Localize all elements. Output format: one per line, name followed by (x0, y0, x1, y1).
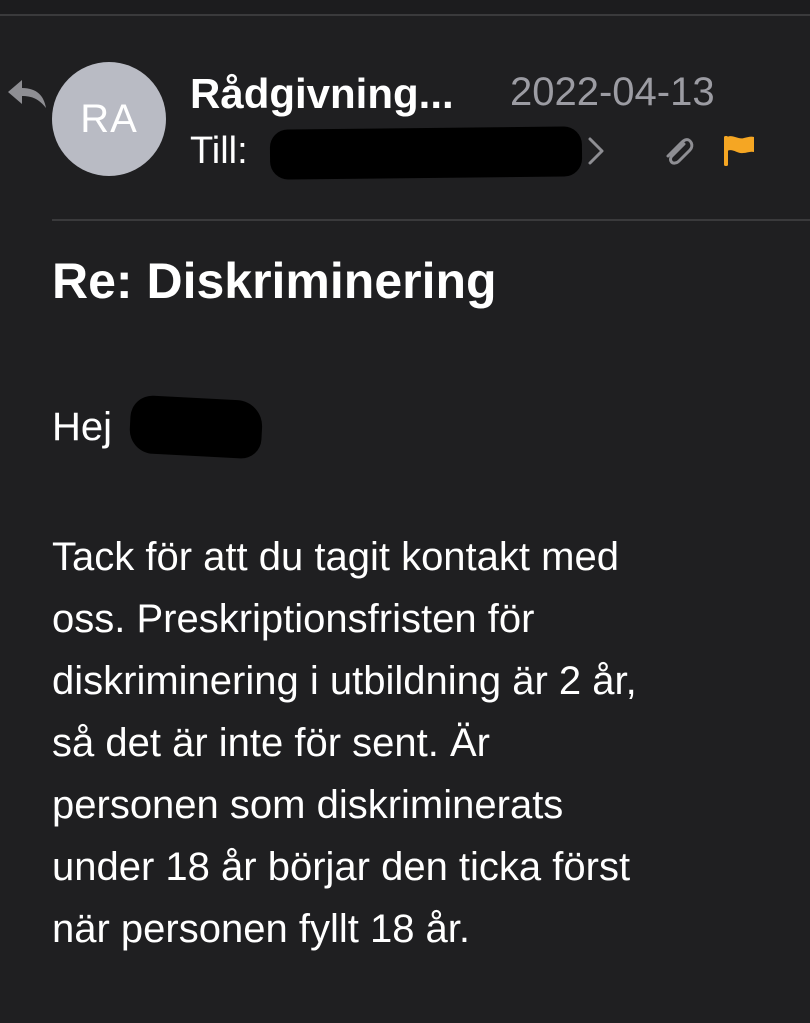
recipient-label: Till: (190, 130, 248, 172)
email-date: 2022-04-13 (510, 70, 715, 114)
flag-icon[interactable] (720, 134, 758, 168)
sender-name[interactable]: Rådgivning... (190, 70, 454, 118)
avatar[interactable]: RA (52, 62, 166, 176)
body-line: så det är inte för sent. Är (52, 721, 490, 765)
header-divider (52, 219, 810, 221)
redacted-recipient (269, 126, 583, 180)
body-line: under 18 år börjar den ticka först (52, 845, 631, 889)
email-view: RA Rådgivning... 2022-04-13 Till: Re: Di… (0, 0, 810, 1023)
greeting-text: Hej (52, 405, 113, 449)
paperclip-icon[interactable] (660, 134, 696, 170)
top-bar (0, 0, 810, 16)
body-line: Tack för att du tagit kontakt med (52, 535, 619, 579)
email-subject: Re: Diskriminering (52, 253, 497, 309)
redacted-name (128, 394, 264, 460)
body-line: när personen fyllt 18 år. (52, 907, 471, 951)
reply-icon[interactable] (6, 76, 48, 112)
email-body: Tack för att du tagit kontakt med oss. P… (52, 526, 792, 960)
body-line: personen som diskriminerats (52, 783, 564, 827)
avatar-initials: RA (80, 96, 138, 141)
chevron-right-icon[interactable] (585, 135, 607, 167)
body-line: diskriminering i utbildning är 2 år, (52, 659, 637, 703)
body-line: oss. Preskriptionsfristen för (52, 597, 535, 641)
